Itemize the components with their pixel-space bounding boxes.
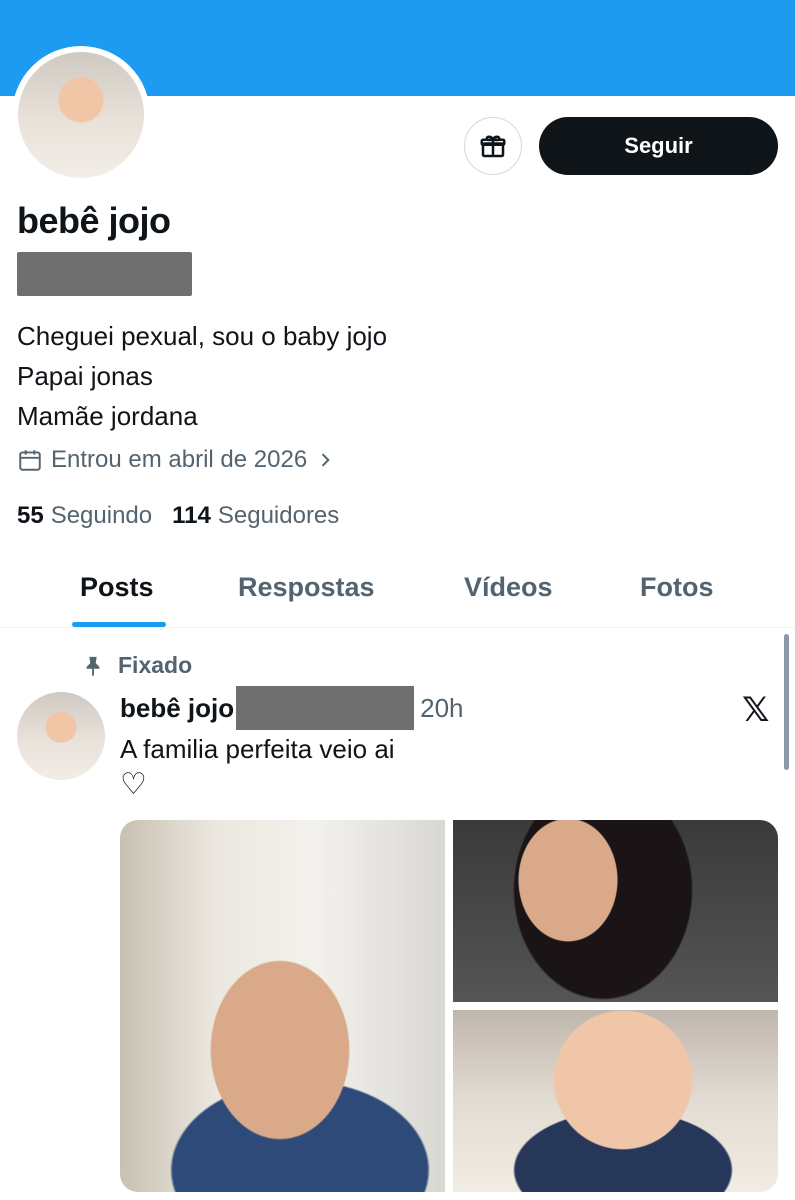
scrollbar[interactable] (784, 634, 789, 770)
joined-text: Entrou em abril de 2026 (51, 446, 308, 473)
pinned-indicator: Fixado (82, 652, 192, 679)
profile-bio: Cheguei pexual, sou o baby jojo Papai jo… (17, 316, 387, 436)
redacted-handle (17, 252, 192, 296)
followers-label: Seguidores (217, 502, 340, 529)
pin-icon (86, 656, 100, 676)
gift-button[interactable] (464, 117, 522, 175)
post-header: bebê jojo 20h (120, 686, 464, 730)
post-author-avatar[interactable] (17, 692, 105, 780)
chevron-right-icon (321, 453, 330, 467)
followers-link[interactable]: 114 Seguidores (172, 502, 339, 530)
post-text: A familia perfeita veio ai (120, 734, 395, 764)
tab-fotos[interactable]: Fotos (640, 572, 714, 603)
photo-woman-smiling[interactable] (453, 820, 778, 1002)
post-time[interactable]: 20h (420, 693, 463, 724)
heart-emoji: ♡ (120, 768, 147, 801)
profile-tabs: Posts Respostas Vídeos Fotos (0, 556, 795, 628)
pinned-label: Fixado (118, 652, 193, 678)
photo-baby[interactable] (453, 1010, 778, 1192)
profile-display-name: bebê jojo (17, 200, 171, 241)
profile-page: Seguir bebê jojo Cheguei pexual, sou o b… (0, 0, 795, 1200)
following-label: Seguindo (50, 502, 153, 529)
gift-icon (480, 135, 506, 158)
following-link[interactable]: 55 Seguindo (17, 502, 152, 530)
x-logo-icon: 𝕏 (742, 691, 770, 729)
post-author-name[interactable]: bebê jojo (120, 693, 234, 724)
calendar-icon (19, 450, 41, 471)
post-media-grid (120, 820, 778, 1192)
follow-stats: 55 Seguindo 114 Seguidores (17, 502, 339, 530)
profile-avatar[interactable] (12, 46, 150, 184)
redacted-post-handle (236, 686, 415, 730)
joined-date[interactable]: Entrou em abril de 2026 (17, 446, 335, 474)
bio-line: Papai jonas (17, 361, 153, 391)
bio-line: Mamãe jordana (17, 401, 198, 431)
tab-respostas[interactable]: Respostas (238, 572, 375, 603)
following-count: 55 (17, 502, 44, 529)
tab-videos[interactable]: Vídeos (464, 572, 553, 603)
active-tab-indicator (72, 622, 166, 627)
photo-man-selfie[interactable] (120, 820, 445, 1192)
bio-line: Cheguei pexual, sou o baby jojo (17, 321, 388, 351)
followers-count: 114 (172, 502, 211, 529)
avatar-image (18, 52, 144, 178)
follow-button[interactable]: Seguir (539, 117, 778, 175)
tab-posts[interactable]: Posts (80, 572, 154, 603)
